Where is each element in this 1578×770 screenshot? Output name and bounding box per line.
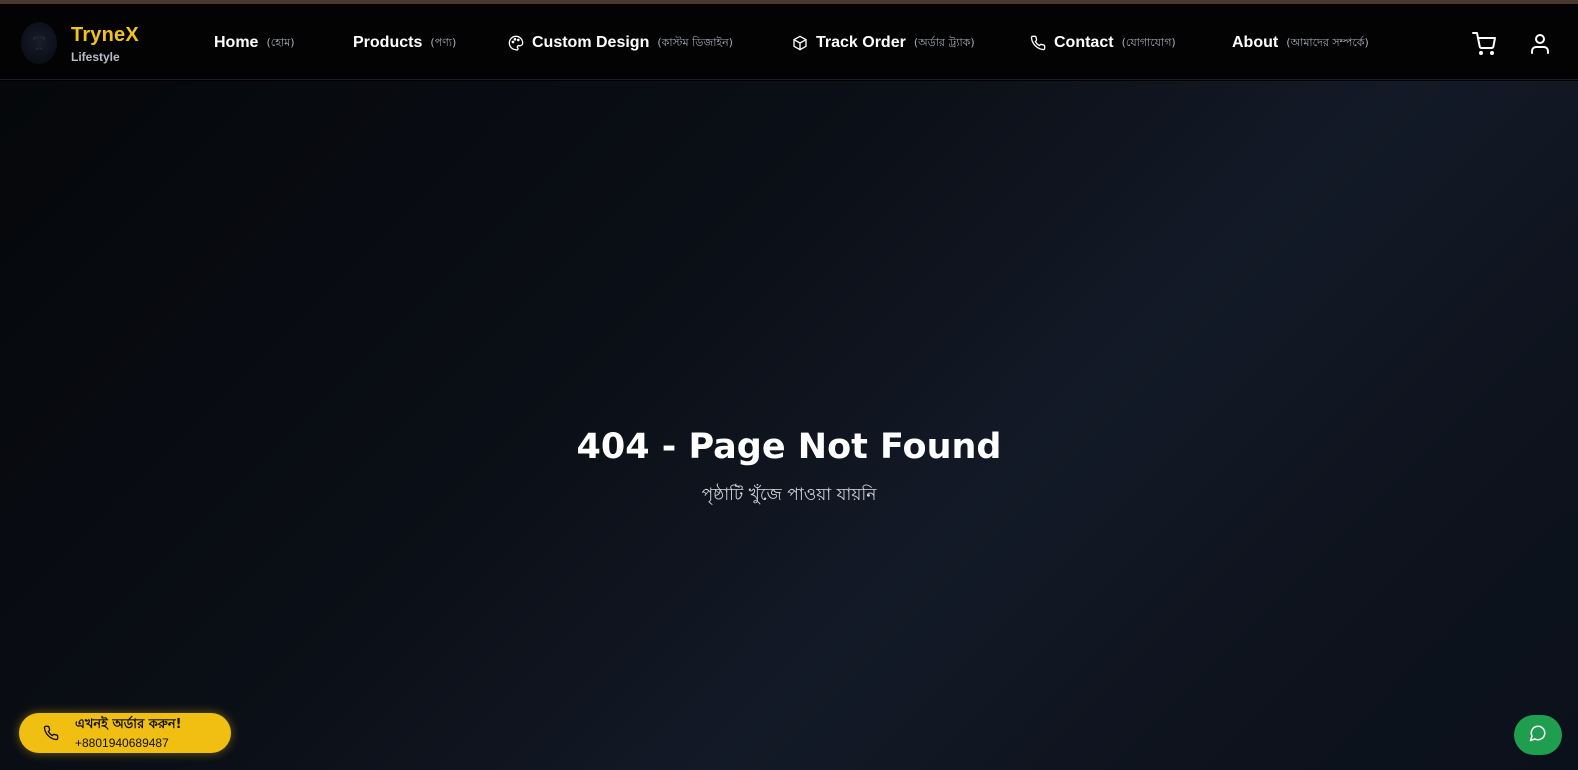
nav-item-home-label: Home bbox=[214, 34, 259, 51]
order-phone-number: +8801940689487 bbox=[75, 736, 169, 750]
nav-item-products[interactable]: Products (পণ্য) bbox=[353, 30, 456, 56]
chat-button[interactable] bbox=[1514, 715, 1562, 755]
main-content: 404 - Page Not Found পৃষ্ঠাটি খুঁজে পাওয… bbox=[0, 81, 1578, 770]
nav-item-contact-sub: (যোগাযোগ) bbox=[1121, 35, 1176, 49]
error-subtitle: পৃষ্ঠাটি খুঁজে পাওয়া যায়নি bbox=[701, 485, 877, 505]
nav-item-about-sub: (আমাদের সম্পর্কে) bbox=[1286, 35, 1369, 49]
nav-item-contact-label: Contact bbox=[1054, 34, 1114, 51]
nav-item-track-order-label: Track Order bbox=[816, 34, 906, 51]
palette-icon bbox=[508, 35, 524, 51]
package-icon bbox=[792, 35, 808, 51]
nav-item-custom-design-label: Custom Design bbox=[532, 34, 650, 51]
nav-item-home[interactable]: Home (হোম) bbox=[214, 30, 295, 56]
nav-item-track-order[interactable]: Track Order (অর্ডার ট্র্যাক) bbox=[792, 30, 975, 56]
site-header: T TryneX Lifestyle Home (হোম) Products (… bbox=[0, 4, 1578, 80]
order-now-label: এখনই অর্ডার করুন! bbox=[75, 717, 182, 732]
cart-icon[interactable] bbox=[1472, 32, 1496, 56]
phone-icon bbox=[1030, 35, 1046, 51]
nav-item-about[interactable]: About (আমাদের সম্পর্কে) bbox=[1232, 30, 1369, 56]
nav-item-about-label: About bbox=[1232, 34, 1279, 51]
nav-item-track-order-sub: (অর্ডার ট্র্যাক) bbox=[913, 35, 975, 49]
phone-icon bbox=[43, 725, 59, 741]
order-now-button[interactable]: এখনই অর্ডার করুন! +8801940689487 bbox=[19, 713, 231, 753]
brand-logo[interactable]: T bbox=[21, 22, 57, 64]
nav-item-contact[interactable]: Contact (যোগাযোগ) bbox=[1030, 30, 1176, 56]
nav-item-custom-design[interactable]: Custom Design (কাস্টম ডিজাইন) bbox=[508, 30, 733, 56]
nav-item-products-sub: (পণ্য) bbox=[430, 35, 457, 49]
error-title: 404 - Page Not Found bbox=[576, 427, 1002, 467]
brand-tagline: Lifestyle bbox=[71, 50, 120, 64]
user-icon[interactable] bbox=[1528, 32, 1552, 56]
nav-item-products-label: Products bbox=[353, 34, 423, 51]
nav-item-custom-design-sub: (কাস্টম ডিজাইন) bbox=[657, 35, 733, 49]
brand-name[interactable]: TryneX bbox=[71, 24, 139, 47]
nav-item-home-sub: (হোম) bbox=[266, 35, 295, 49]
chat-icon bbox=[1529, 724, 1547, 746]
